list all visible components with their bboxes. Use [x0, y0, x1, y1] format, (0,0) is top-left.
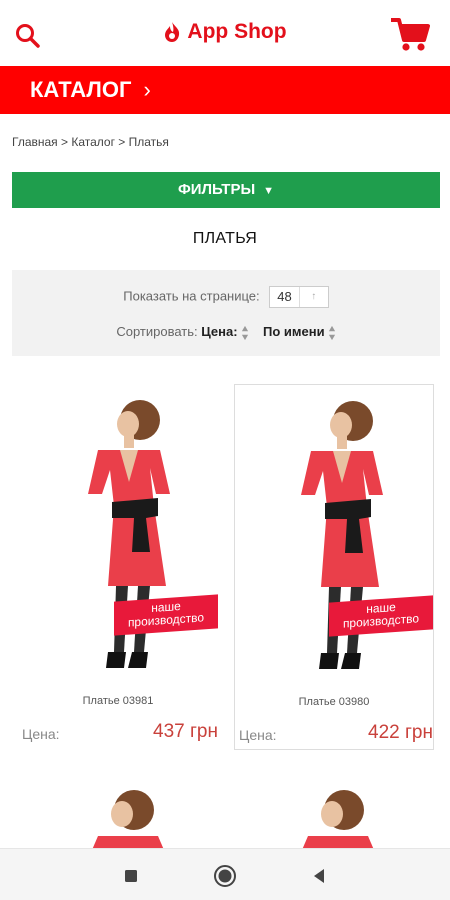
system-nav-bar — [0, 848, 450, 900]
price-label: Цена: — [239, 727, 277, 743]
product-name[interactable]: Платье 03980 — [235, 696, 433, 708]
per-page-row: Показать на странице: 48 ↑ — [12, 286, 440, 308]
chevron-down-icon: ▼ — [263, 185, 275, 197]
filters-button[interactable]: ФИЛЬТРЫ ▼ — [12, 172, 440, 208]
sort-by-price[interactable]: Цена: — [201, 324, 248, 341]
sort-row: Сортировать: Цена: По имени — [12, 324, 440, 341]
recent-apps-icon[interactable] — [118, 863, 144, 889]
per-page-label: Показать на странице: — [123, 288, 260, 304]
catalog-button[interactable]: КАТАЛОГ › — [0, 66, 450, 114]
product-name[interactable]: Платье 03981 — [18, 695, 218, 707]
price-label: Цена: — [22, 726, 60, 742]
sort-label: Сортировать: — [116, 324, 198, 339]
filters-label: ФИЛЬТРЫ — [177, 181, 256, 198]
cart-icon[interactable] — [390, 16, 430, 54]
page-title: ПЛАТЬЯ — [192, 230, 258, 247]
sort-by-name[interactable]: По имени — [263, 324, 336, 341]
per-page-value: 48 — [270, 287, 300, 307]
product-card[interactable]: наше производство Платье 03981 Цена: 437 … — [18, 384, 218, 750]
catalog-label: КАТАЛОГ — [30, 77, 132, 102]
home-icon[interactable] — [212, 863, 238, 889]
product-card[interactable]: наше производство Платье 03980 Цена: 422 … — [234, 384, 434, 750]
product-price: 422 грн — [368, 722, 433, 743]
chevron-right-icon: › — [143, 77, 151, 102]
ribbon-text: наше производство — [342, 599, 420, 631]
ribbon-badge: наше производство — [329, 595, 433, 637]
sort-arrows-icon — [328, 325, 335, 340]
sort-price-label: Цена: — [201, 324, 238, 339]
product-card[interactable] — [18, 780, 218, 850]
sort-name-label: По имени — [263, 324, 325, 339]
ribbon-text: наше производство — [127, 598, 205, 630]
ribbon-badge: наше производство — [114, 594, 218, 636]
listing-toolbox: Показать на странице: 48 ↑ Сортировать: … — [12, 270, 440, 356]
flame-logo-icon — [165, 22, 180, 43]
product-image[interactable] — [234, 780, 434, 850]
per-page-select[interactable]: 48 ↑ — [269, 286, 329, 308]
product-price: 437 грн — [153, 721, 218, 742]
breadcrumb[interactable]: Главная > Каталог > Платья — [12, 135, 169, 149]
product-image[interactable] — [18, 780, 218, 850]
arrow-up-icon[interactable]: ↑ — [300, 287, 328, 307]
app-logo[interactable]: App Shop — [0, 20, 450, 44]
product-card[interactable] — [234, 780, 434, 850]
back-icon[interactable] — [306, 863, 332, 889]
top-app-bar: App Shop — [0, 0, 450, 66]
sort-arrows-icon — [241, 325, 248, 340]
app-title: App Shop — [187, 20, 287, 43]
